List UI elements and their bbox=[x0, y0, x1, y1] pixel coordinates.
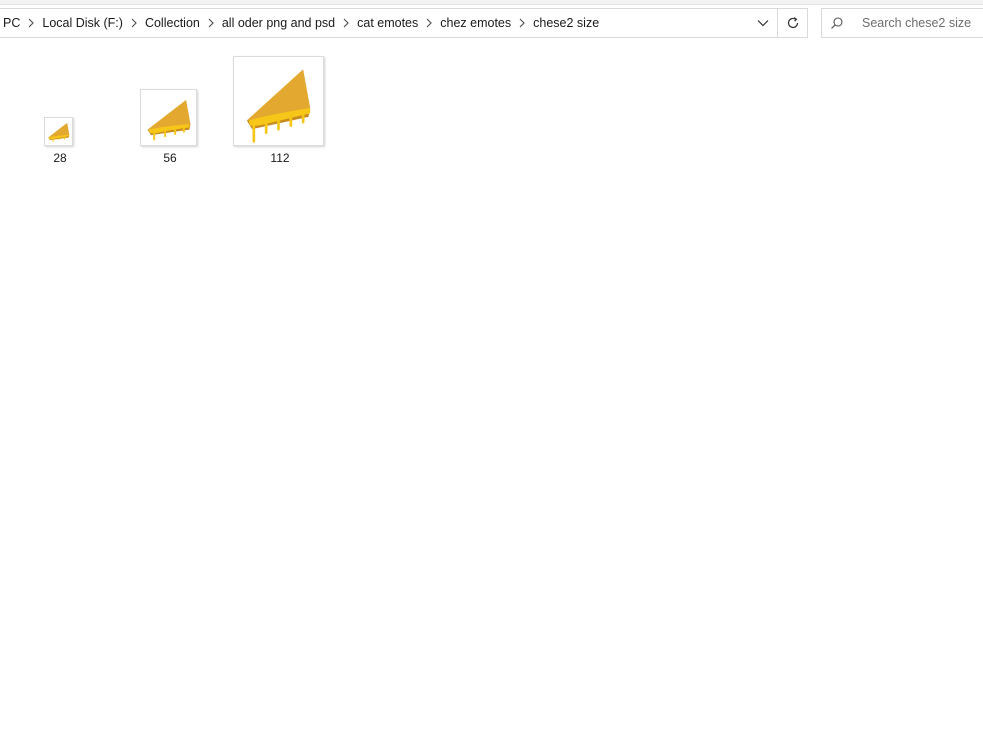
chevron-right-icon[interactable] bbox=[514, 18, 530, 28]
grilled-cheese-icon bbox=[246, 69, 311, 143]
address-history-dropdown[interactable] bbox=[749, 9, 777, 37]
breadcrumb-item-chese2-size[interactable]: chese2 size bbox=[530, 13, 602, 33]
file-thumbnail[interactable] bbox=[233, 56, 324, 146]
chevron-right-icon[interactable] bbox=[421, 18, 437, 28]
chevron-right-icon[interactable] bbox=[203, 18, 219, 28]
breadcrumb-item-local-disk[interactable]: Local Disk (F:) bbox=[39, 13, 126, 33]
search-input[interactable] bbox=[852, 16, 983, 30]
chevron-right-icon[interactable] bbox=[126, 18, 142, 28]
file-thumbnail[interactable] bbox=[44, 117, 73, 146]
grilled-cheese-icon bbox=[147, 99, 191, 141]
chevron-right-icon[interactable] bbox=[23, 18, 39, 28]
breadcrumb-item-collection[interactable]: Collection bbox=[142, 13, 203, 33]
breadcrumb-item-cat-emotes[interactable]: cat emotes bbox=[354, 13, 421, 33]
refresh-icon bbox=[787, 17, 798, 29]
grilled-cheese-icon bbox=[48, 122, 70, 142]
window-top-strip bbox=[0, 0, 983, 5]
breadcrumb: PC Local Disk (F:) Collection all oder p… bbox=[0, 9, 602, 37]
address-bar[interactable]: PC Local Disk (F:) Collection all oder p… bbox=[0, 8, 778, 38]
file-name-label[interactable]: 112 bbox=[250, 151, 310, 165]
refresh-button[interactable] bbox=[778, 8, 808, 38]
breadcrumb-item-chez-emotes[interactable]: chez emotes bbox=[437, 13, 514, 33]
chevron-right-icon[interactable] bbox=[338, 18, 354, 28]
breadcrumb-item-all-oder-png-and-psd[interactable]: all oder png and psd bbox=[219, 13, 338, 33]
chevron-down-icon bbox=[757, 20, 769, 27]
search-box[interactable] bbox=[821, 8, 983, 38]
file-name-label[interactable]: 28 bbox=[30, 151, 90, 165]
file-name-label[interactable]: 56 bbox=[140, 151, 200, 165]
breadcrumb-item-pc[interactable]: PC bbox=[0, 13, 23, 33]
search-icon bbox=[822, 9, 852, 37]
file-thumbnail[interactable] bbox=[140, 89, 197, 146]
